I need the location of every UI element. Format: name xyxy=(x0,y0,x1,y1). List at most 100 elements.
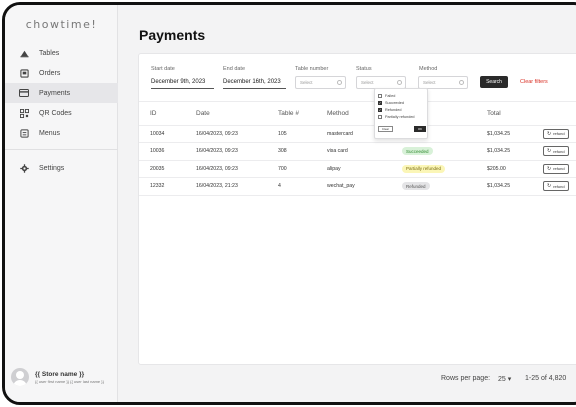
refresh-icon: ↻ xyxy=(547,148,552,155)
cell-date: 16/04/2023, 09:23 xyxy=(185,142,267,161)
cell-total: $1,034.25 xyxy=(476,142,532,161)
status-badge: Succeeded xyxy=(402,147,433,156)
cell-total: $205.00 xyxy=(476,160,532,178)
dropdown-actions: Clear OK xyxy=(378,126,426,134)
column-header-total[interactable]: Total xyxy=(476,102,532,126)
table-row[interactable]: 10036 16/04/2023, 09:23 308 visa card Su… xyxy=(139,142,576,161)
status-option-partially-refunded[interactable]: Partially refunded xyxy=(375,113,427,120)
sidebar-nav: Tables Orders Payments QR Codes Menus Se… xyxy=(5,43,118,178)
checkbox[interactable] xyxy=(378,114,382,119)
column-header-id[interactable]: ID xyxy=(139,102,185,126)
cell-total: $1,034.25 xyxy=(476,125,532,143)
main-content: Payments Start date December 9th, 2023 E… xyxy=(118,5,576,402)
sidebar-item-orders[interactable]: Orders xyxy=(5,63,118,83)
refund-button[interactable]: ↻ refund xyxy=(543,163,569,174)
method-placeholder: Select xyxy=(423,80,436,85)
status-option-failed[interactable]: Failed xyxy=(375,92,427,99)
sidebar-item-payments[interactable]: Payments xyxy=(5,83,118,103)
payments-table: ID Date Table # Method Status Total 1003… xyxy=(139,102,576,196)
status-placeholder: Select xyxy=(361,80,374,85)
start-date-label: Start date xyxy=(151,66,175,72)
refund-button-label: refund xyxy=(553,148,565,154)
chevron-down-icon xyxy=(337,80,342,85)
status-option-label: Failed xyxy=(385,93,396,98)
status-badge: Partially refunded xyxy=(402,164,446,173)
cell-id: 12332 xyxy=(139,177,185,196)
cell-table: 105 xyxy=(267,125,316,143)
orders-icon xyxy=(19,68,29,78)
menus-icon xyxy=(19,128,29,138)
sidebar-item-settings[interactable]: Settings xyxy=(5,158,118,178)
status-option-label: Refunded xyxy=(385,107,402,112)
chevron-down-icon xyxy=(459,80,464,85)
cell-table: 4 xyxy=(267,177,316,196)
sidebar-item-label: QR Codes xyxy=(39,109,72,117)
cell-status: Succeeded xyxy=(391,142,476,161)
table-number-select[interactable]: Select xyxy=(295,76,346,89)
store-name: {{ Store name }} xyxy=(35,370,85,378)
rows-per-page-select[interactable]: 25 ▾ xyxy=(498,375,511,383)
sidebar-item-menus[interactable]: Menus xyxy=(5,123,118,143)
checkbox-checked[interactable]: ✓ xyxy=(378,100,382,105)
sidebar-item-qr-codes[interactable]: QR Codes xyxy=(5,103,118,123)
search-button[interactable]: Search xyxy=(480,76,508,88)
cell-action: ↻ refund xyxy=(532,160,576,178)
dropdown-clear-button[interactable]: Clear xyxy=(378,126,393,132)
start-date-field[interactable]: December 9th, 2023 xyxy=(151,79,214,89)
column-header-date[interactable]: Date xyxy=(185,102,267,126)
sidebar-divider xyxy=(5,149,118,150)
sidebar-item-label: Settings xyxy=(39,164,65,172)
sidebar-item-label: Payments xyxy=(39,89,71,97)
status-option-refunded[interactable]: ✓ Refunded xyxy=(375,106,427,113)
caret-down-icon: ▾ xyxy=(507,376,512,383)
dropdown-ok-button[interactable]: OK xyxy=(414,126,426,132)
status-option-succeeded[interactable]: ✓ Succeeded xyxy=(375,99,427,106)
cell-action: ↻ refund xyxy=(532,142,576,161)
table-row[interactable]: 20035 16/04/2023, 09:23 700 alipay Parti… xyxy=(139,160,576,178)
cell-status: Partially refunded xyxy=(391,160,476,178)
table-number-label: Table number xyxy=(295,66,329,72)
checkbox-checked[interactable]: ✓ xyxy=(378,107,382,112)
cell-date: 16/04/2023, 09:23 xyxy=(185,125,267,143)
tables-icon xyxy=(19,48,29,58)
status-dropdown: Failed ✓ Succeeded ✓ Refunded Partially … xyxy=(374,88,428,139)
cell-table: 308 xyxy=(267,142,316,161)
store-user-name: {{ user first name }} {{ user last name … xyxy=(35,378,104,384)
table-row[interactable]: 12332 16/04/2023, 21:23 4 wechat_pay Ref… xyxy=(139,177,576,196)
end-date-field[interactable]: December 16th, 2023 xyxy=(223,79,286,89)
pagination-range: 1-25 of 4,820 xyxy=(525,375,567,382)
payments-icon xyxy=(19,88,29,98)
column-header-actions xyxy=(532,102,576,126)
sidebar-item-tables[interactable]: Tables xyxy=(5,43,118,63)
cell-action: ↻ refund xyxy=(532,125,576,143)
refund-button[interactable]: ↻ refund xyxy=(543,128,569,139)
cell-method: wechat_pay xyxy=(316,177,391,196)
cell-date: 16/04/2023, 21:23 xyxy=(185,177,267,196)
status-option-label: Partially refunded xyxy=(385,114,415,119)
checkbox[interactable] xyxy=(378,93,382,98)
table-row[interactable]: 10034 16/04/2023, 09:23 105 mastercard F… xyxy=(139,125,576,143)
chevron-down-icon xyxy=(397,80,402,85)
refund-button-label: refund xyxy=(553,131,565,137)
status-label: Status xyxy=(356,66,372,72)
cell-id: 10036 xyxy=(139,142,185,161)
clear-filters-link[interactable]: Clear filters xyxy=(520,79,548,85)
column-header-table[interactable]: Table # xyxy=(267,102,316,126)
rows-per-page-value: 25 xyxy=(498,376,506,383)
sidebar-item-label: Menus xyxy=(39,129,61,137)
refund-button[interactable]: ↻ refund xyxy=(543,181,569,192)
store-profile[interactable]: {{ Store name }} {{ user first name }} {… xyxy=(11,368,104,386)
page-title: Payments xyxy=(139,27,206,43)
refresh-icon: ↻ xyxy=(547,183,552,190)
refund-button-label: refund xyxy=(553,183,565,189)
cell-id: 20035 xyxy=(139,160,185,178)
table-header-row: ID Date Table # Method Status Total xyxy=(139,102,576,126)
refund-button[interactable]: ↻ refund xyxy=(543,146,569,157)
qr-code-icon xyxy=(19,108,29,118)
status-badge: Refunded xyxy=(402,182,430,191)
refund-button-label: refund xyxy=(553,166,565,172)
gear-icon xyxy=(19,163,29,173)
cell-status: Refunded xyxy=(391,177,476,196)
status-option-label: Succeeded xyxy=(385,100,404,105)
brand-logo: chowtime! xyxy=(25,18,98,31)
